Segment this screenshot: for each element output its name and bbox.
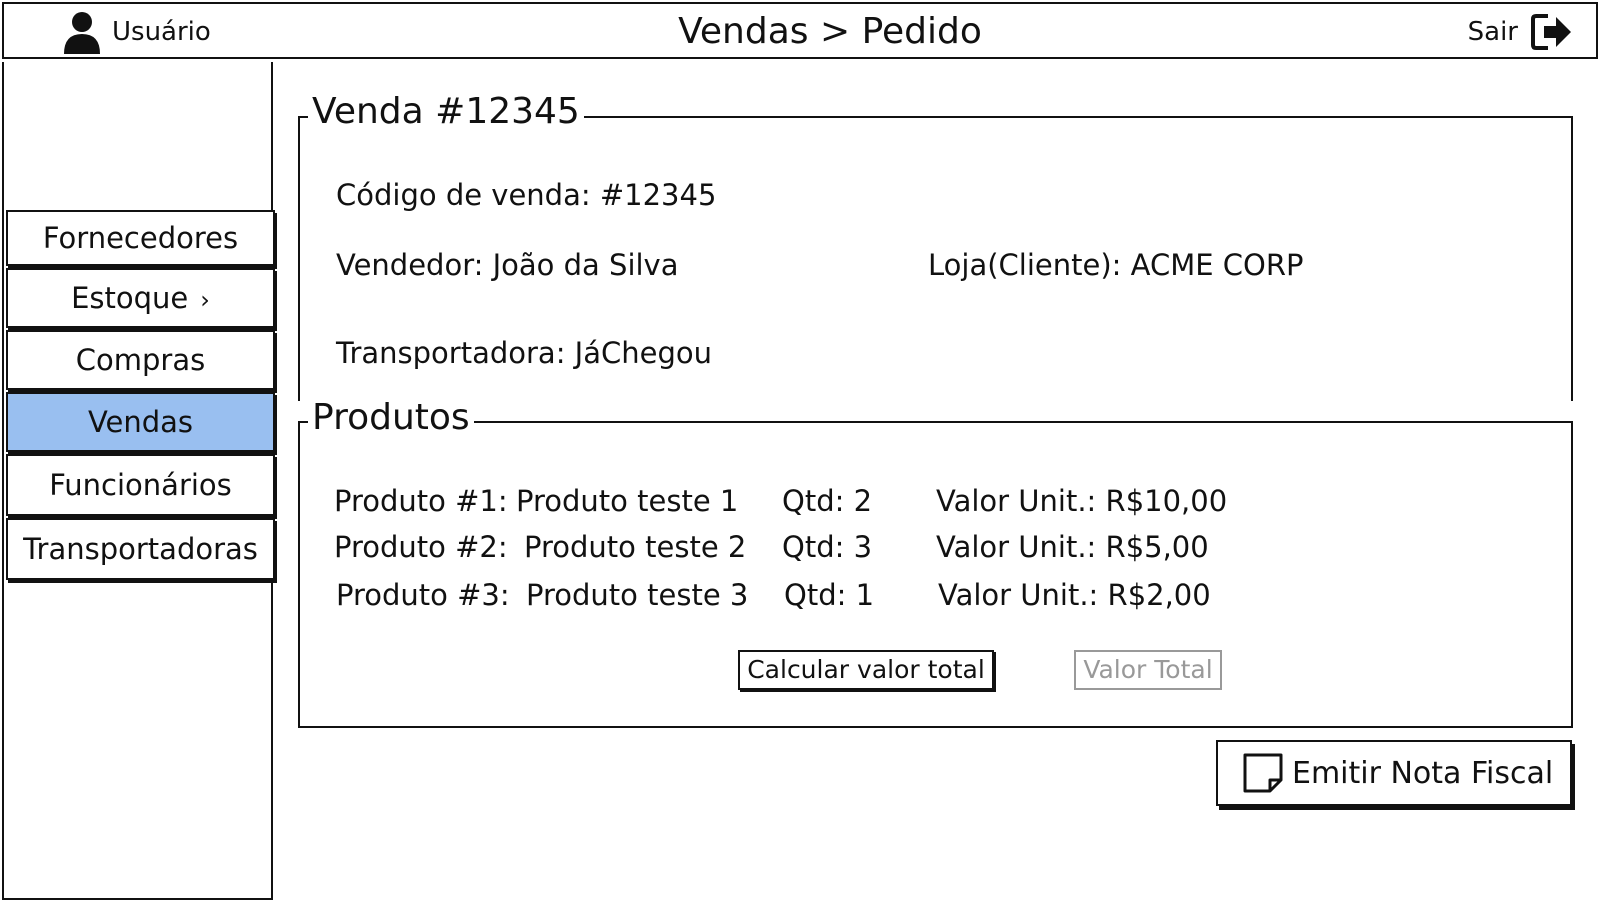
sale-code: Código de venda: #12345 <box>336 178 717 212</box>
sale-legend: Venda #12345 <box>308 92 584 132</box>
sidebar-item-label: Estoque <box>71 281 189 315</box>
products-legend: Produtos <box>308 398 474 438</box>
sidebar-item-compras[interactable]: Compras <box>6 330 275 390</box>
product-name: Produto teste 2 <box>524 530 747 564</box>
sidebar-item-vendas[interactable]: Vendas <box>6 392 275 452</box>
document-icon <box>1243 753 1283 793</box>
product-price: Valor Unit.: R$10,00 <box>936 484 1228 518</box>
sidebar-item-label: Fornecedores <box>42 221 239 255</box>
sidebar: Fornecedores Estoque › Compras Vendas Fun… <box>2 62 275 900</box>
sidebar-item-funcionarios[interactable]: Funcionários <box>6 454 275 516</box>
total-value-field[interactable]: Valor Total <box>1074 650 1222 690</box>
carrier-field: Transportadora: JáChegou <box>336 336 713 370</box>
sidebar-item-label: Compras <box>75 343 206 377</box>
logout-label: Sair <box>1467 17 1518 47</box>
product-price: Valor Unit.: R$5,00 <box>936 530 1209 564</box>
seller-field: Vendedor: João da Silva <box>336 248 679 282</box>
page-title: Vendas > Pedido <box>678 11 982 52</box>
product-qty: Qtd: 3 <box>782 530 873 564</box>
product-qty: Qtd: 2 <box>782 484 873 518</box>
store-client-field: Loja(Cliente): ACME CORP <box>928 248 1304 282</box>
chevron-right-icon: › <box>200 286 210 314</box>
logout-icon <box>1531 14 1571 50</box>
product-qty: Qtd: 1 <box>784 578 875 612</box>
issue-invoice-button[interactable]: Emitir Nota Fiscal <box>1216 740 1572 806</box>
sidebar-item-label: Funcionários <box>49 468 232 502</box>
sidebar-item-label: Transportadoras <box>23 532 258 566</box>
sidebar-item-transportadoras[interactable]: Transportadoras <box>6 518 275 580</box>
product-label: Produto #3: <box>336 578 510 612</box>
issue-invoice-label: Emitir Nota Fiscal <box>1292 755 1554 791</box>
calculate-total-button[interactable]: Calcular valor total <box>738 650 994 690</box>
top-header: Usuário Vendas > Pedido Sair <box>2 2 1598 59</box>
logout-button[interactable]: Sair <box>1468 10 1574 54</box>
product-name: Produto teste 1 <box>516 484 739 518</box>
product-name: Produto teste 3 <box>526 578 749 612</box>
product-label: Produto #1: <box>334 484 508 518</box>
product-price: Valor Unit.: R$2,00 <box>938 578 1211 612</box>
product-label: Produto #2: <box>334 530 508 564</box>
sidebar-item-estoque[interactable]: Estoque › <box>6 268 275 328</box>
sidebar-item-label: Vendas <box>87 405 194 439</box>
sidebar-item-fornecedores[interactable]: Fornecedores <box>6 210 275 266</box>
